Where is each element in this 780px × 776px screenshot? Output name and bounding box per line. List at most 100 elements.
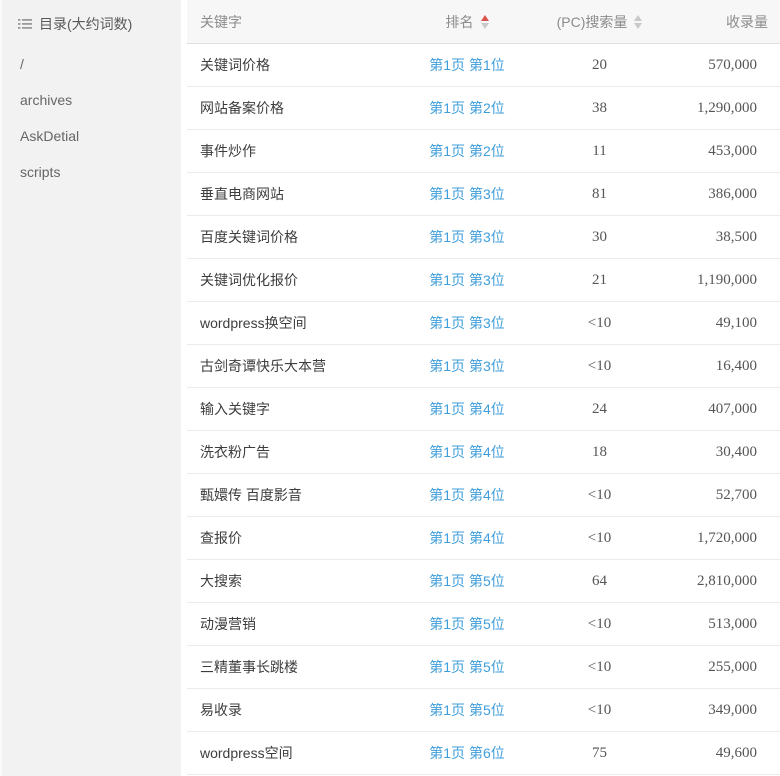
table-body: 关键词价格第1页 第1位20570,000网站备案价格第1页 第2位381,29… <box>187 44 780 775</box>
table-row: 古剑奇谭快乐大本营第1页 第3位<1016,400 <box>187 345 780 388</box>
pc-volume-sort-control[interactable] <box>634 15 642 29</box>
sidebar-item[interactable]: AskDetial <box>2 118 181 154</box>
rank-link[interactable]: 第1页 第1位 <box>429 57 504 73</box>
keyword-cell: 易收录 <box>187 700 402 720</box>
keyword-cell: 网站备案价格 <box>187 98 402 118</box>
index-volume-cell: 49,100 <box>667 315 780 332</box>
pc-volume-cell: 64 <box>532 573 667 590</box>
table-row: 查报价第1页 第4位<101,720,000 <box>187 517 780 560</box>
rank-cell: 第1页 第4位 <box>402 399 532 419</box>
col-header-pc-volume[interactable]: (PC)搜索量 <box>532 12 667 32</box>
pc-volume-cell: <10 <box>532 315 667 332</box>
rank-link[interactable]: 第1页 第4位 <box>429 401 504 417</box>
pc-volume-cell: 18 <box>532 444 667 461</box>
index-volume-cell: 30,400 <box>667 444 780 461</box>
keyword-cell: 甄嬛传 百度影音 <box>187 485 402 505</box>
rank-link[interactable]: 第1页 第4位 <box>429 444 504 460</box>
rank-link[interactable]: 第1页 第5位 <box>429 573 504 589</box>
rank-link[interactable]: 第1页 第3位 <box>429 229 504 245</box>
pc-volume-cell: 38 <box>532 100 667 117</box>
sidebar-directory-list: /archivesAskDetialscripts <box>2 46 181 190</box>
sidebar-title: 目录(大约词数) <box>2 12 181 36</box>
rank-cell: 第1页 第5位 <box>402 657 532 677</box>
table-row: 关键词价格 第1页 第1位 20570,000 <box>187 44 780 87</box>
table-row: 百度关键词价格第1页 第3位3038,500 <box>187 216 780 259</box>
rank-cell: 第1页 第3位 <box>402 270 532 290</box>
rank-cell: 第1页 第5位 <box>402 700 532 720</box>
index-volume-cell: 1,190,000 <box>667 272 780 289</box>
index-volume-cell: 52,700 <box>667 487 780 504</box>
keyword-cell: 垂直电商网站 <box>187 184 402 204</box>
keyword-cell: wordpress空间 <box>187 743 402 763</box>
keyword-cell: 洗衣粉广告 <box>187 442 402 462</box>
sort-desc-icon[interactable] <box>481 23 489 29</box>
table-row: 易收录第1页 第5位<10349,000 <box>187 689 780 732</box>
col-header-pc-volume-label: (PC)搜索量 <box>557 12 628 32</box>
rank-link[interactable]: 第1页 第2位 <box>429 100 504 116</box>
col-header-rank[interactable]: 排名 <box>402 12 532 32</box>
keyword-cell: 大搜索 <box>187 571 402 591</box>
table-row: 三精董事长跳楼第1页 第5位<10255,000 <box>187 646 780 689</box>
col-header-rank-label: 排名 <box>446 12 474 32</box>
sidebar-item[interactable]: archives <box>2 82 181 118</box>
table-row: 关键词优化报价第1页 第3位211,190,000 <box>187 259 780 302</box>
sort-asc-icon[interactable] <box>481 15 489 21</box>
pc-volume-cell: <10 <box>532 487 667 504</box>
list-icon <box>18 18 32 30</box>
sidebar-item[interactable]: / <box>2 46 181 82</box>
rank-link[interactable]: 第1页 第3位 <box>429 358 504 374</box>
keyword-cell: 事件炒作 <box>187 141 402 161</box>
pc-volume-cell: 24 <box>532 401 667 418</box>
sidebar-title-label: 目录(大约词数) <box>39 14 132 34</box>
sidebar-item[interactable]: scripts <box>2 154 181 190</box>
keyword-cell: 输入关键字 <box>187 399 402 419</box>
rank-link[interactable]: 第1页 第4位 <box>429 530 504 546</box>
table-row: 网站备案价格 第1页 第2位 381,290,000 <box>187 87 780 130</box>
table-row: 大搜索 第1页 第5位 642,810,000 <box>187 560 780 603</box>
pc-volume-cell: 75 <box>532 745 667 762</box>
sort-desc-icon[interactable] <box>634 23 642 29</box>
rank-link[interactable]: 第1页 第5位 <box>429 616 504 632</box>
pc-volume-cell: 20 <box>532 57 667 74</box>
col-header-index-volume: 收录量 <box>667 12 780 32</box>
rank-link[interactable]: 第1页 第6位 <box>429 745 504 761</box>
table-row: 输入关键字第1页 第4位24407,000 <box>187 388 780 431</box>
rank-link[interactable]: 第1页 第5位 <box>429 659 504 675</box>
pc-volume-cell: <10 <box>532 616 667 633</box>
keyword-cell: 三精董事长跳楼 <box>187 657 402 677</box>
sort-asc-icon[interactable] <box>634 15 642 21</box>
index-volume-cell: 49,600 <box>667 745 780 762</box>
rank-cell: 第1页 第3位 <box>402 356 532 376</box>
rank-cell: 第1页 第6位 <box>402 743 532 763</box>
pc-volume-cell: 30 <box>532 229 667 246</box>
pc-volume-cell: 81 <box>532 186 667 203</box>
rank-sort-control[interactable] <box>481 15 489 29</box>
table-row: 事件炒作 第1页 第2位 11453,000 <box>187 130 780 173</box>
rank-link[interactable]: 第1页 第2位 <box>429 143 504 159</box>
rank-cell: 第1页 第2位 <box>402 98 532 118</box>
rank-link[interactable]: 第1页 第4位 <box>429 487 504 503</box>
index-volume-cell: 570,000 <box>667 57 780 74</box>
keyword-cell: 关键词价格 <box>187 55 402 75</box>
keyword-table: 关键字 排名 (PC)搜索量 <box>181 0 780 776</box>
rank-cell: 第1页 第5位 <box>402 614 532 634</box>
rank-cell: 第1页 第4位 <box>402 528 532 548</box>
index-volume-cell: 453,000 <box>667 143 780 160</box>
pc-volume-cell: <10 <box>532 659 667 676</box>
table-row: wordpress换空间第1页 第3位<1049,100 <box>187 302 780 345</box>
rank-cell: 第1页 第3位 <box>402 313 532 333</box>
pc-volume-cell: 21 <box>532 272 667 289</box>
rank-link[interactable]: 第1页 第5位 <box>429 702 504 718</box>
rank-link[interactable]: 第1页 第3位 <box>429 272 504 288</box>
index-volume-cell: 1,290,000 <box>667 100 780 117</box>
index-volume-cell: 2,810,000 <box>667 573 780 590</box>
pc-volume-cell: <10 <box>532 702 667 719</box>
pc-volume-cell: <10 <box>532 530 667 547</box>
rank-link[interactable]: 第1页 第3位 <box>429 315 504 331</box>
keyword-cell: 查报价 <box>187 528 402 548</box>
rank-link[interactable]: 第1页 第3位 <box>429 186 504 202</box>
pc-volume-cell: 11 <box>532 143 667 160</box>
keyword-cell: 动漫营销 <box>187 614 402 634</box>
sidebar: 目录(大约词数) /archivesAskDetialscripts <box>0 0 181 776</box>
rank-cell: 第1页 第2位 <box>402 141 532 161</box>
